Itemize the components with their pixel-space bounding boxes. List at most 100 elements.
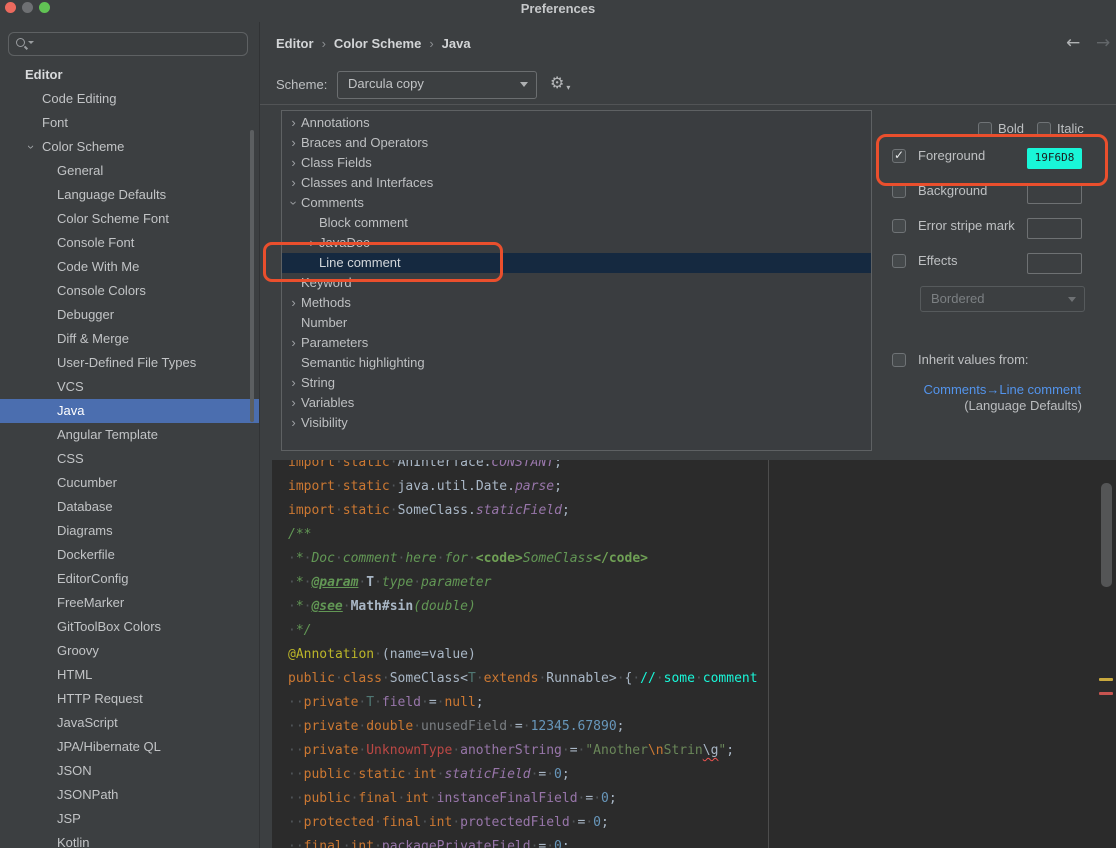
sidebar-item-code-editing[interactable]: Code Editing bbox=[0, 87, 259, 111]
code-line[interactable]: public·class·SomeClass<T·extends·Runnabl… bbox=[288, 667, 758, 691]
chevron-right-icon[interactable]: › bbox=[286, 333, 301, 353]
tree-item-semantic-highlighting[interactable]: Semantic highlighting bbox=[282, 353, 871, 373]
sidebar-item-gittoolbox-colors[interactable]: GitToolBox Colors bbox=[0, 615, 259, 639]
sidebar-item-angular-template[interactable]: Angular Template bbox=[0, 423, 259, 447]
sidebar-item-css[interactable]: CSS bbox=[0, 447, 259, 471]
code-line[interactable]: @Annotation·(name=value) bbox=[288, 643, 758, 667]
code-line[interactable]: ·*·@see·Math#sin(double) bbox=[288, 595, 758, 619]
code-token: static bbox=[343, 479, 390, 494]
sidebar-item-font[interactable]: Font bbox=[0, 111, 259, 135]
tree-item-number[interactable]: Number bbox=[282, 313, 871, 333]
chevron-right-icon[interactable]: › bbox=[286, 373, 301, 393]
sidebar-item-cucumber[interactable]: Cucumber bbox=[0, 471, 259, 495]
editor-scrollbar-thumb[interactable] bbox=[1101, 483, 1112, 587]
tree-item-visibility[interactable]: ›Visibility bbox=[282, 413, 871, 433]
tree-item-block-comment[interactable]: Block comment bbox=[282, 213, 871, 233]
chevron-right-icon[interactable]: › bbox=[286, 133, 301, 153]
forward-arrow-icon[interactable]: → bbox=[1096, 33, 1110, 53]
tree-item-variables[interactable]: ›Variables bbox=[282, 393, 871, 413]
search-options-caret-icon[interactable] bbox=[28, 41, 34, 44]
code-line[interactable]: ··private·double·unusedField·=·12345.678… bbox=[288, 715, 758, 739]
sidebar-item-color-scheme-font[interactable]: Color Scheme Font bbox=[0, 207, 259, 231]
code-line[interactable]: ··public·static·int·staticField·=·0; bbox=[288, 763, 758, 787]
sidebar-item-jpa-hibernate-ql[interactable]: JPA/Hibernate QL bbox=[0, 735, 259, 759]
tree-item-classes-and-interfaces[interactable]: ›Classes and Interfaces bbox=[282, 173, 871, 193]
color-swatch-effects[interactable] bbox=[1027, 253, 1082, 274]
color-swatch-background[interactable] bbox=[1027, 183, 1082, 204]
code-line[interactable]: ··public·final·int·instanceFinalField·=·… bbox=[288, 787, 758, 811]
color-swatch-error-stripe-mark[interactable] bbox=[1027, 218, 1082, 239]
sidebar-item-java[interactable]: Java bbox=[0, 399, 260, 423]
chevron-right-icon[interactable]: › bbox=[286, 173, 301, 193]
sidebar-item-freemarker[interactable]: FreeMarker bbox=[0, 591, 259, 615]
chevron-right-icon[interactable]: › bbox=[286, 293, 301, 313]
sidebar-item-editor[interactable]: Editor bbox=[0, 63, 259, 87]
sidebar-item-debugger[interactable]: Debugger bbox=[0, 303, 259, 327]
checkbox-error-stripe-mark[interactable] bbox=[892, 219, 906, 233]
tree-item-parameters[interactable]: ›Parameters bbox=[282, 333, 871, 353]
back-arrow-icon[interactable]: ← bbox=[1066, 33, 1080, 53]
breadcrumb-color-scheme[interactable]: Color Scheme bbox=[334, 36, 421, 51]
sidebar-item-code-with-me[interactable]: Code With Me bbox=[0, 255, 259, 279]
code-line[interactable]: import·static·SomeClass.staticField; bbox=[288, 499, 758, 523]
code-line[interactable]: ·*/ bbox=[288, 619, 758, 643]
tree-item-class-fields[interactable]: ›Class Fields bbox=[282, 153, 871, 173]
sidebar-item-diagrams[interactable]: Diagrams bbox=[0, 519, 259, 543]
sidebar-item-http-request[interactable]: HTTP Request bbox=[0, 687, 259, 711]
breadcrumb-java[interactable]: Java bbox=[442, 36, 471, 51]
sidebar-item-vcs[interactable]: VCS bbox=[0, 375, 259, 399]
chevron-right-icon[interactable]: › bbox=[286, 413, 301, 433]
search-box[interactable] bbox=[8, 32, 248, 56]
sidebar-item-user-defined-file-types[interactable]: User-Defined File Types bbox=[0, 351, 259, 375]
sidebar-item-kotlin[interactable]: Kotlin bbox=[0, 831, 259, 848]
code-line[interactable]: ··private·UnknownType·anotherString·=·"A… bbox=[288, 739, 758, 763]
sidebar-item-diff-merge[interactable]: Diff & Merge bbox=[0, 327, 259, 351]
sidebar-item-html[interactable]: HTML bbox=[0, 663, 259, 687]
sidebar-item-groovy[interactable]: Groovy bbox=[0, 639, 259, 663]
sidebar-item-console-colors[interactable]: Console Colors bbox=[0, 279, 259, 303]
tree-item-string[interactable]: ›String bbox=[282, 373, 871, 393]
sidebar-item-general[interactable]: General bbox=[0, 159, 259, 183]
checkbox-background[interactable] bbox=[892, 184, 906, 198]
code-line[interactable]: import·static·java.util.Date.parse; bbox=[288, 475, 758, 499]
sidebar-item-jsonpath[interactable]: JSONPath bbox=[0, 783, 259, 807]
sidebar-item-editorconfig[interactable]: EditorConfig bbox=[0, 567, 259, 591]
tree-item-annotations[interactable]: ›Annotations bbox=[282, 113, 871, 133]
sidebar-item-database[interactable]: Database bbox=[0, 495, 259, 519]
search-input[interactable] bbox=[39, 34, 243, 54]
breadcrumb-editor[interactable]: Editor bbox=[276, 36, 314, 51]
sidebar-item-language-defaults[interactable]: Language Defaults bbox=[0, 183, 259, 207]
code-token: extends bbox=[484, 671, 539, 686]
chevron-right-icon[interactable]: › bbox=[286, 393, 301, 413]
tree-item-braces-and-operators[interactable]: ›Braces and Operators bbox=[282, 133, 871, 153]
chevron-right-icon[interactable]: › bbox=[286, 113, 301, 133]
inherit-source-link[interactable]: Comments→Line comment bbox=[880, 382, 1081, 397]
chevron-down-icon[interactable]: › bbox=[19, 141, 43, 153]
sidebar-item-jsp[interactable]: JSP bbox=[0, 807, 259, 831]
scheme-select[interactable]: Darcula copy bbox=[337, 71, 537, 99]
code-line[interactable]: import·static·AnInterface.CONSTANT; bbox=[288, 460, 758, 475]
chevron-down-icon[interactable]: › bbox=[284, 196, 304, 211]
code-line[interactable]: ·*·@param·T·type·parameter bbox=[288, 571, 758, 595]
code-line[interactable]: ··final·int·packagePrivateField·=·0; bbox=[288, 835, 758, 848]
sidebar-item-console-font[interactable]: Console Font bbox=[0, 231, 259, 255]
gear-icon[interactable]: ⚙ bbox=[550, 73, 564, 92]
checkbox-effects[interactable] bbox=[892, 254, 906, 268]
code-token: private bbox=[304, 743, 359, 758]
tree-item-comments[interactable]: ›Comments bbox=[282, 193, 871, 213]
effects-style-select[interactable]: Bordered bbox=[920, 286, 1085, 312]
sidebar-item-json[interactable]: JSON bbox=[0, 759, 259, 783]
sidebar-scrollbar-thumb[interactable] bbox=[250, 130, 254, 422]
sidebar-item-javascript[interactable]: JavaScript bbox=[0, 711, 259, 735]
code-line[interactable]: /** bbox=[288, 523, 758, 547]
code-line[interactable]: ·*·Doc·comment·here·for·<code>SomeClass<… bbox=[288, 547, 758, 571]
sidebar-item-color-scheme[interactable]: ›Color Scheme bbox=[0, 135, 259, 159]
chevron-right-icon[interactable]: › bbox=[286, 153, 301, 173]
inherit-checkbox[interactable] bbox=[892, 353, 906, 367]
code-line[interactable]: ··protected·final·int·protectedField·=·0… bbox=[288, 811, 758, 835]
code-line[interactable]: ··private·T·field·=·null; bbox=[288, 691, 758, 715]
tree-item-methods[interactable]: ›Methods bbox=[282, 293, 871, 313]
preview-editor[interactable]: import·static·AnInterface.CONSTANT;impor… bbox=[272, 460, 1116, 848]
sidebar: EditorCode EditingFont›Color SchemeGener… bbox=[0, 22, 260, 848]
sidebar-item-dockerfile[interactable]: Dockerfile bbox=[0, 543, 259, 567]
